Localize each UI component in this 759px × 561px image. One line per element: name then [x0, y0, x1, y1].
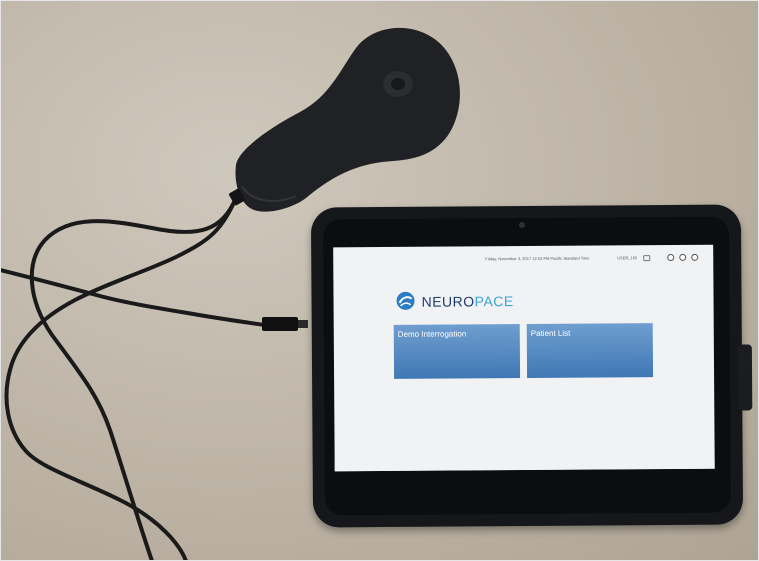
photo-scene: Friday, November 3, 2017 12:53 PM Pacifi… [0, 0, 759, 561]
image-border [0, 0, 759, 561]
